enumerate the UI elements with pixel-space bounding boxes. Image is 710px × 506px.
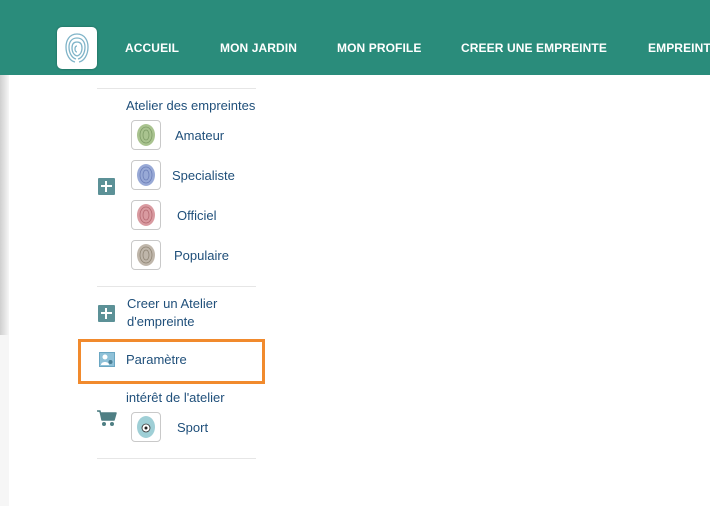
expand-plus-icon[interactable] [98, 178, 115, 195]
atelier-item-amateur[interactable]: Amateur [175, 128, 224, 143]
amateur-fingerprint-icon[interactable] [131, 120, 161, 150]
create-atelier-line2[interactable]: d'empreinte [127, 314, 195, 329]
interest-item-sport[interactable]: Sport [177, 420, 208, 435]
create-atelier-line1[interactable]: Creer un Atelier [127, 296, 217, 311]
nav-mon-jardin[interactable]: MON JARDIN [220, 41, 297, 55]
interest-section-title: intérêt de l'atelier [126, 390, 225, 405]
nav-empreintes[interactable]: EMPREINT [648, 41, 710, 55]
nav-creer-une-empreinte[interactable]: CREER UNE EMPREINTE [461, 41, 607, 55]
officiel-fingerprint-icon[interactable] [131, 200, 161, 230]
atelier-item-officiel[interactable]: Officiel [177, 208, 217, 223]
create-plus-icon[interactable] [98, 305, 115, 322]
atelier-item-specialiste[interactable]: Specialiste [172, 168, 235, 183]
divider [97, 286, 256, 287]
specialiste-fingerprint-icon[interactable] [131, 160, 161, 190]
nav-accueil[interactable]: ACCUEIL [125, 41, 179, 55]
divider [97, 458, 256, 459]
panel-shadow [0, 75, 9, 335]
nav-mon-profile[interactable]: MON PROFILE [337, 41, 421, 55]
cart-icon[interactable] [96, 409, 118, 427]
main-panel [9, 75, 710, 506]
populaire-fingerprint-icon[interactable] [131, 240, 161, 270]
settings-user-icon[interactable] [99, 352, 115, 367]
atelier-item-populaire[interactable]: Populaire [174, 248, 229, 263]
logo-fingerprint-icon[interactable] [57, 27, 97, 69]
atelier-section-title: Atelier des empreintes [126, 98, 256, 113]
divider [97, 88, 256, 89]
top-navbar: ACCUEIL MON JARDIN MON PROFILE CREER UNE… [0, 0, 710, 75]
settings-link[interactable]: Paramètre [126, 352, 187, 367]
sport-fingerprint-icon[interactable] [131, 412, 161, 442]
